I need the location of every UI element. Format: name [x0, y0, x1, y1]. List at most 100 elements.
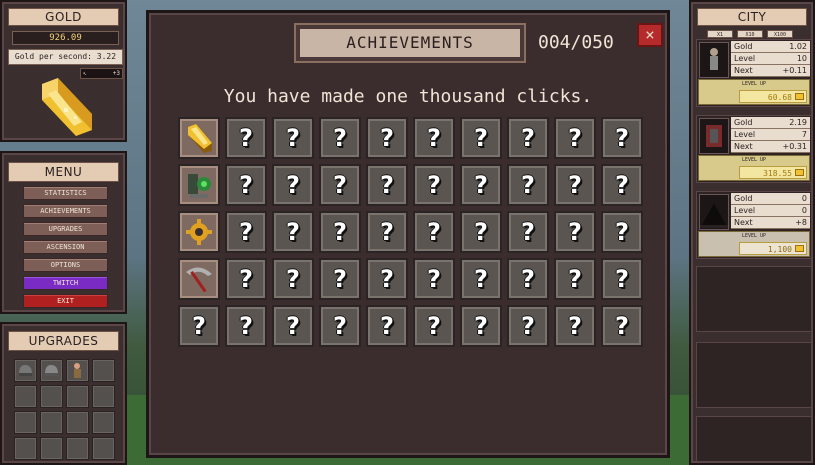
achievement-locked[interactable]: ?	[366, 305, 408, 347]
close-button[interactable]: ×	[637, 23, 663, 47]
achievement-locked[interactable]: ?	[319, 117, 361, 159]
achievement-locked[interactable]: ?	[225, 164, 267, 206]
achievement-locked[interactable]: ?	[601, 258, 643, 300]
upgrade-slot[interactable]	[92, 411, 115, 434]
building-card-2: Gold 2.19 Level 7 Next +0.31 LEVEL UP 318.5…	[696, 115, 812, 183]
achievement-locked[interactable]: ?	[178, 305, 220, 347]
level-up-button[interactable]: LEVEL UP 318.55	[698, 155, 810, 181]
achievement-locked[interactable]: ?	[366, 164, 408, 206]
achievement-locked[interactable]: ?	[225, 211, 267, 253]
achievement-locked[interactable]: ?	[460, 164, 502, 206]
green-gauntlet-icon	[180, 174, 218, 208]
menu-options-button[interactable]: OPTIONS	[23, 258, 108, 272]
achievement-unlocked[interactable]	[178, 117, 220, 159]
tent-icon	[700, 203, 728, 228]
question-mark-icon: ?	[474, 312, 488, 340]
menu-upgrades-button[interactable]: UPGRADES	[23, 222, 108, 236]
achievement-locked[interactable]: ?	[319, 305, 361, 347]
achievement-locked[interactable]: ?	[413, 164, 455, 206]
building-next-row: Next +8	[731, 217, 810, 229]
upgrade-slot[interactable]	[40, 385, 63, 408]
question-mark-icon: ?	[521, 265, 535, 293]
level-up-button[interactable]: LEVEL UP 60.68	[698, 79, 810, 105]
multiplier-x100-button[interactable]: X100	[767, 30, 793, 38]
achievement-locked[interactable]: ?	[554, 117, 596, 159]
achievement-locked[interactable]: ?	[601, 211, 643, 253]
question-mark-icon: ?	[380, 171, 394, 199]
menu-achievements-button[interactable]: ACHIEVEMENTS	[23, 204, 108, 218]
upgrade-slot[interactable]	[40, 359, 63, 382]
achievement-locked[interactable]: ?	[601, 117, 643, 159]
achievement-locked[interactable]: ?	[507, 305, 549, 347]
achievement-locked[interactable]: ?	[460, 258, 502, 300]
upgrade-slot[interactable]	[92, 437, 115, 460]
achievement-locked[interactable]: ?	[413, 117, 455, 159]
upgrade-slot[interactable]	[66, 359, 89, 382]
achievement-unlocked[interactable]	[178, 258, 220, 300]
upgrade-slot[interactable]	[14, 411, 37, 434]
building-portrait	[699, 194, 729, 230]
upgrade-slot[interactable]	[92, 359, 115, 382]
gold-per-second: Gold per second: 3.22	[8, 49, 123, 65]
achievement-locked[interactable]: ?	[366, 211, 408, 253]
achievement-locked[interactable]: ?	[225, 258, 267, 300]
achievement-locked[interactable]: ?	[225, 305, 267, 347]
question-mark-icon: ?	[568, 171, 582, 199]
achievement-locked[interactable]: ?	[507, 258, 549, 300]
achievement-locked[interactable]: ?	[413, 258, 455, 300]
achievement-locked[interactable]: ?	[554, 211, 596, 253]
achievement-locked[interactable]: ?	[319, 211, 361, 253]
level-up-button[interactable]: LEVEL UP 1,100	[698, 231, 810, 257]
achievement-locked[interactable]: ?	[460, 211, 502, 253]
achievement-locked[interactable]: ?	[319, 164, 361, 206]
achievement-locked[interactable]: ?	[366, 258, 408, 300]
upgrade-slot[interactable]	[14, 437, 37, 460]
upgrade-slot[interactable]	[66, 411, 89, 434]
achievement-locked[interactable]: ?	[272, 258, 314, 300]
menu-twitch-button[interactable]: TWITCH	[23, 276, 108, 290]
stat-value: 10	[796, 54, 807, 63]
achievement-locked[interactable]: ?	[554, 258, 596, 300]
achievements-title-frame: ACHIEVEMENTS	[294, 23, 526, 63]
question-mark-icon: ?	[239, 124, 253, 152]
achievement-locked[interactable]: ?	[554, 305, 596, 347]
achievement-locked[interactable]: ?	[601, 164, 643, 206]
question-mark-icon: ?	[239, 312, 253, 340]
achievement-locked[interactable]: ?	[272, 305, 314, 347]
multiplier-x1-button[interactable]: X1	[707, 30, 733, 38]
achievement-locked[interactable]: ?	[272, 211, 314, 253]
gold-bar-icon[interactable]	[34, 74, 98, 138]
achievement-locked[interactable]: ?	[413, 211, 455, 253]
upgrade-slot[interactable]	[14, 359, 37, 382]
upgrade-slot[interactable]	[14, 385, 37, 408]
stat-label: Level	[734, 206, 756, 215]
multiplier-x10-button[interactable]: X10	[737, 30, 763, 38]
achievement-locked[interactable]: ?	[554, 164, 596, 206]
achievement-unlocked[interactable]	[178, 211, 220, 253]
upgrade-slot[interactable]	[66, 437, 89, 460]
upgrade-slot[interactable]	[92, 385, 115, 408]
menu-exit-button[interactable]: EXIT	[23, 294, 108, 308]
upgrade-slot[interactable]	[66, 385, 89, 408]
menu-statistics-button[interactable]: STATISTICS	[23, 186, 108, 200]
stat-label: Gold	[734, 42, 753, 51]
upgrade-slot[interactable]	[40, 437, 63, 460]
achievement-unlocked[interactable]	[178, 164, 220, 206]
achievement-locked[interactable]: ?	[366, 117, 408, 159]
achievement-locked[interactable]: ?	[507, 164, 549, 206]
menu-ascension-button[interactable]: ASCENSION	[23, 240, 108, 254]
achievement-locked[interactable]: ?	[460, 117, 502, 159]
achievement-locked[interactable]: ?	[319, 258, 361, 300]
achievement-locked[interactable]: ?	[460, 305, 502, 347]
level-up-cost: 318.55	[739, 166, 807, 179]
achievement-locked[interactable]: ?	[601, 305, 643, 347]
achievement-locked[interactable]: ?	[507, 117, 549, 159]
achievement-locked[interactable]: ?	[413, 305, 455, 347]
achievement-locked[interactable]: ?	[272, 117, 314, 159]
achievement-locked[interactable]: ?	[507, 211, 549, 253]
level-up-cost: 60.68	[739, 90, 807, 103]
upgrade-slot[interactable]	[40, 411, 63, 434]
achievement-locked[interactable]: ?	[225, 117, 267, 159]
question-mark-icon: ?	[474, 124, 488, 152]
achievement-locked[interactable]: ?	[272, 164, 314, 206]
